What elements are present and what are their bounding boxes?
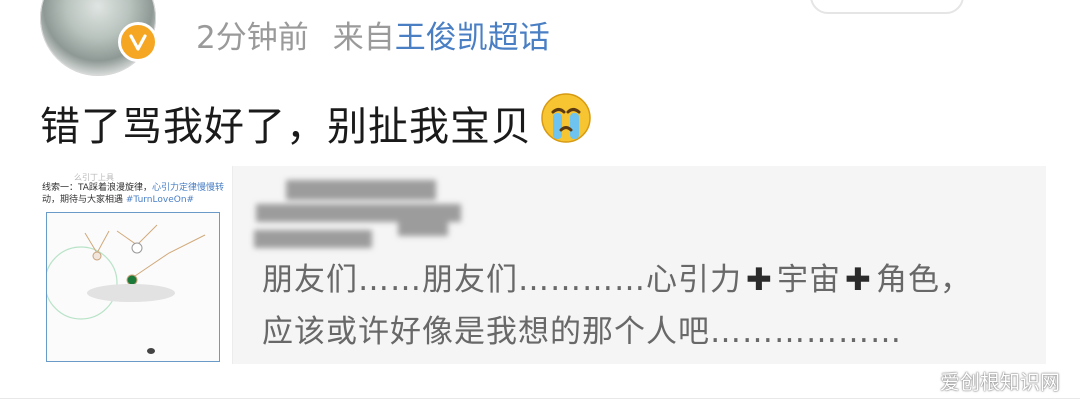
blurred-username xyxy=(248,174,478,260)
thumbnail-hashtag: #TurnLoveOn# xyxy=(125,195,195,205)
thumbnail-caption-text-2: 动，期待与大家相遇 xyxy=(42,195,124,205)
repost-line-1-c: 角色， xyxy=(875,262,972,298)
crying-face-icon xyxy=(540,92,592,154)
source-prefix: 来自 xyxy=(332,19,395,56)
necklace-photo xyxy=(44,212,220,362)
post-text: 错了骂我好了，别扯我宝贝 xyxy=(40,104,532,150)
repost-line-1: 朋友们……朋友们…………心引力 ✚ 宇宙 ✚ 角色， xyxy=(262,254,972,306)
follow-button[interactable] xyxy=(810,0,964,14)
repost-line-2: 应该或许好像是我想的那个人吧……………… xyxy=(262,314,902,350)
divider xyxy=(0,398,1080,399)
thumbnail-caption-highlight: 心引力定律慢慢转 xyxy=(151,183,224,193)
post-time: 2分钟前 xyxy=(196,19,309,56)
thumbnail-caption-text: 线索一：TA踩着浪漫旋律， xyxy=(42,183,152,193)
repost-card[interactable]: 么引丁上具 线索一：TA踩着浪漫旋律，心引力定律慢慢转 动，期待与大家相遇 #T… xyxy=(34,166,1046,364)
repost-thumbnail[interactable]: 么引丁上具 线索一：TA踩着浪漫旋律，心引力定律慢慢转 动，期待与大家相遇 #T… xyxy=(34,166,233,364)
post-meta: 2分钟前 来自 王俊凯超话 xyxy=(196,12,550,57)
source-topic-link[interactable]: 王俊凯超话 xyxy=(395,12,550,57)
site-watermark: 爱创根知识网 xyxy=(940,370,1060,394)
repost-line-1-b: 宇宙 xyxy=(776,262,841,298)
thumbnail-caption: 线索一：TA踩着浪漫旋律，心引力定律慢慢转 动，期待与大家相遇 #TurnLov… xyxy=(42,182,226,206)
repost-text: 朋友们……朋友们…………心引力 ✚ 宇宙 ✚ 角色， 应该或许好像是我想的那个人吧………… xyxy=(262,254,972,358)
post-content: 错了骂我好了，别扯我宝贝 xyxy=(40,92,592,154)
repost-line-1-a: 朋友们……朋友们…………心引力 xyxy=(262,262,742,298)
plus-icon: ✚ xyxy=(746,262,773,298)
plus-icon: ✚ xyxy=(844,262,872,298)
verified-badge-icon xyxy=(118,22,158,62)
